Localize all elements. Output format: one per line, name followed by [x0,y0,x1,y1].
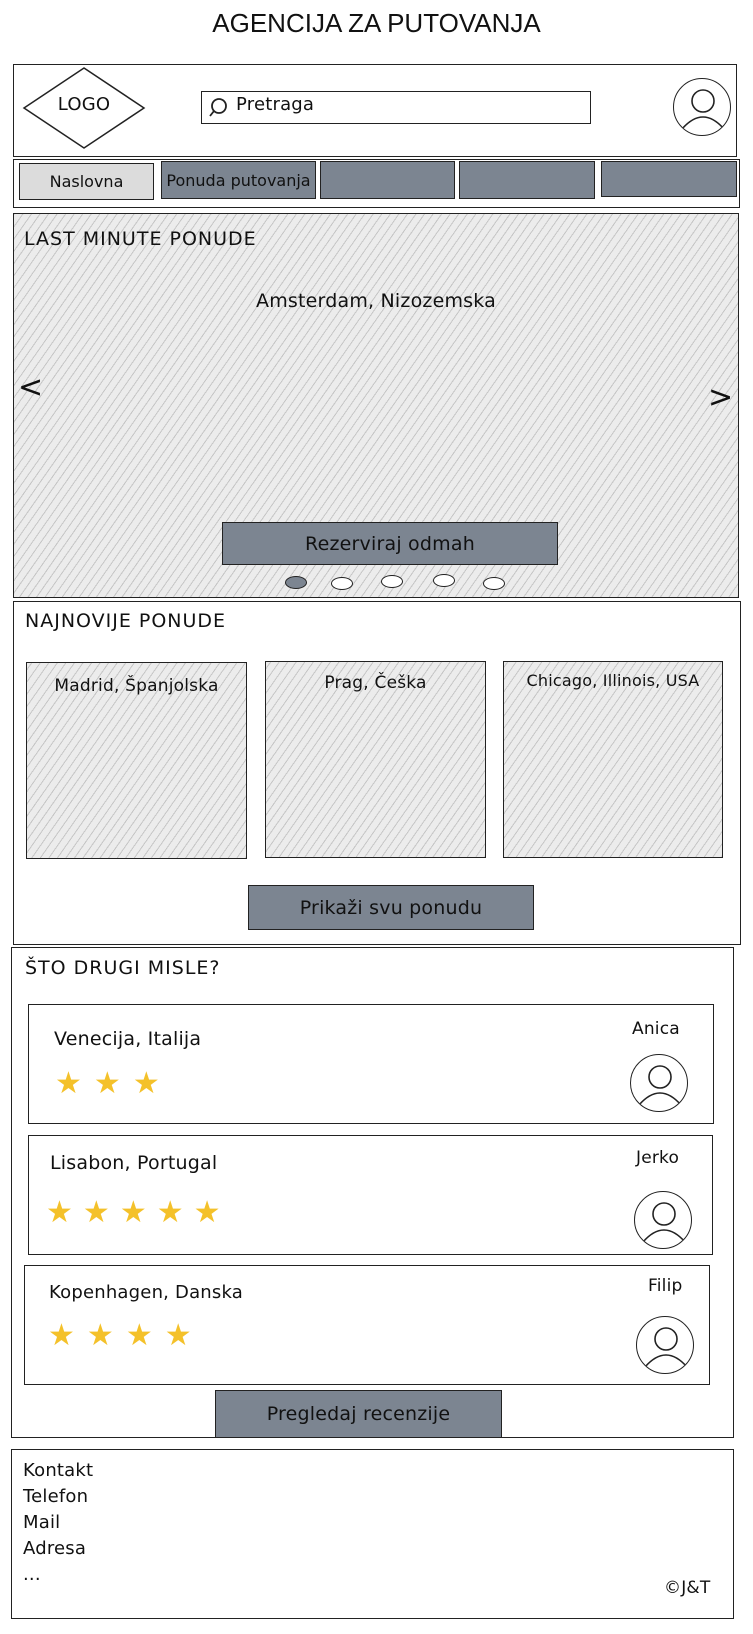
nav-tab-naslovna[interactable]: Naslovna [19,163,154,200]
rating-stars: ★ ★ ★ [55,1069,160,1099]
carousel-dot-4[interactable] [433,574,455,587]
reviewer-avatar [630,1054,688,1112]
rating-stars: ★ ★ ★ ★ [48,1321,192,1351]
review-place: Lisabon, Portugal [50,1152,218,1174]
footer-copyright: ©J&T [664,1578,711,1598]
user-icon [644,1327,688,1368]
offer-card-title: Chicago, Illinois, USA [526,671,700,690]
page-title: AGENCIJA ZA PUTOVANJA [212,8,541,38]
carousel-dot-3[interactable] [381,575,403,588]
carousel-dot-5[interactable] [483,577,505,590]
star-icon: ★ [156,1195,184,1230]
star-icon: ★ [46,1195,73,1230]
logo[interactable]: LOGO [22,66,146,150]
star-icon: ★ [125,1318,153,1353]
reserve-now-button[interactable]: Rezerviraj odmah [222,522,558,565]
nav-tab-ponuda-putovanja[interactable]: Ponuda putovanja [161,161,316,199]
view-reviews-button[interactable]: Pregledaj recenzije [215,1390,502,1438]
user-avatar[interactable] [673,78,731,136]
rating-stars: ★ ★ ★ ★ ★ [46,1198,221,1228]
footer [11,1449,734,1619]
review-place: Venecija, Italija [54,1028,202,1050]
reviews-title: ŠTO DRUGI MISLE? [25,957,221,979]
footer-more: ... [23,1564,41,1585]
footer-phone[interactable]: Telefon [23,1484,93,1510]
star-icon: ★ [93,1066,121,1101]
carousel-indicators [285,574,515,593]
logo-text: LOGO [57,94,111,115]
review-user: Jerko [636,1148,680,1168]
user-icon [642,1202,686,1243]
reviewer-avatar [636,1316,694,1374]
carousel-dot-2[interactable] [331,577,353,590]
footer-contact[interactable]: Kontakt [23,1458,93,1484]
offer-card[interactable] [503,661,723,858]
user-icon [681,89,725,130]
last-minute-title: LAST MINUTE PONUDE [24,228,257,250]
review-card [28,1004,714,1124]
star-icon: ★ [193,1195,221,1230]
star-icon: ★ [82,1195,110,1230]
footer-address[interactable]: Adresa [23,1536,93,1562]
footer-mail[interactable]: Mail [23,1510,93,1536]
carousel-prev-button[interactable]: < [18,370,43,405]
review-user: Filip [648,1276,683,1296]
nav-tab-4[interactable] [459,161,595,199]
carousel-next-button[interactable]: > [708,380,733,415]
star-icon: ★ [86,1318,114,1353]
nav-tab-3[interactable] [320,161,455,199]
nav-tab-5[interactable] [601,161,737,197]
user-icon [638,1065,682,1106]
offer-card-title: Prag, Češka [324,673,427,693]
show-all-offers-button[interactable]: Prikaži svu ponudu [248,885,534,930]
review-place: Kopenhagen, Danska [49,1282,244,1303]
star-icon: ★ [48,1318,75,1353]
search-input[interactable]: Pretraga [201,91,591,124]
search-placeholder: Pretraga [236,94,315,115]
star-icon: ★ [132,1066,160,1101]
newest-offers-title: NAJNOVIJE PONUDE [25,610,227,632]
carousel-dot-1[interactable] [285,576,307,589]
offer-card-title: Madrid, Španjolska [54,676,219,696]
star-icon: ★ [164,1318,192,1353]
search-icon [209,97,227,117]
star-icon: ★ [119,1195,147,1230]
star-icon: ★ [55,1066,82,1101]
review-user: Anica [632,1019,680,1039]
carousel-destination: Amsterdam, Nizozemska [256,290,496,312]
footer-links: Kontakt Telefon Mail Adresa ... [23,1458,93,1588]
reviewer-avatar [634,1191,692,1249]
